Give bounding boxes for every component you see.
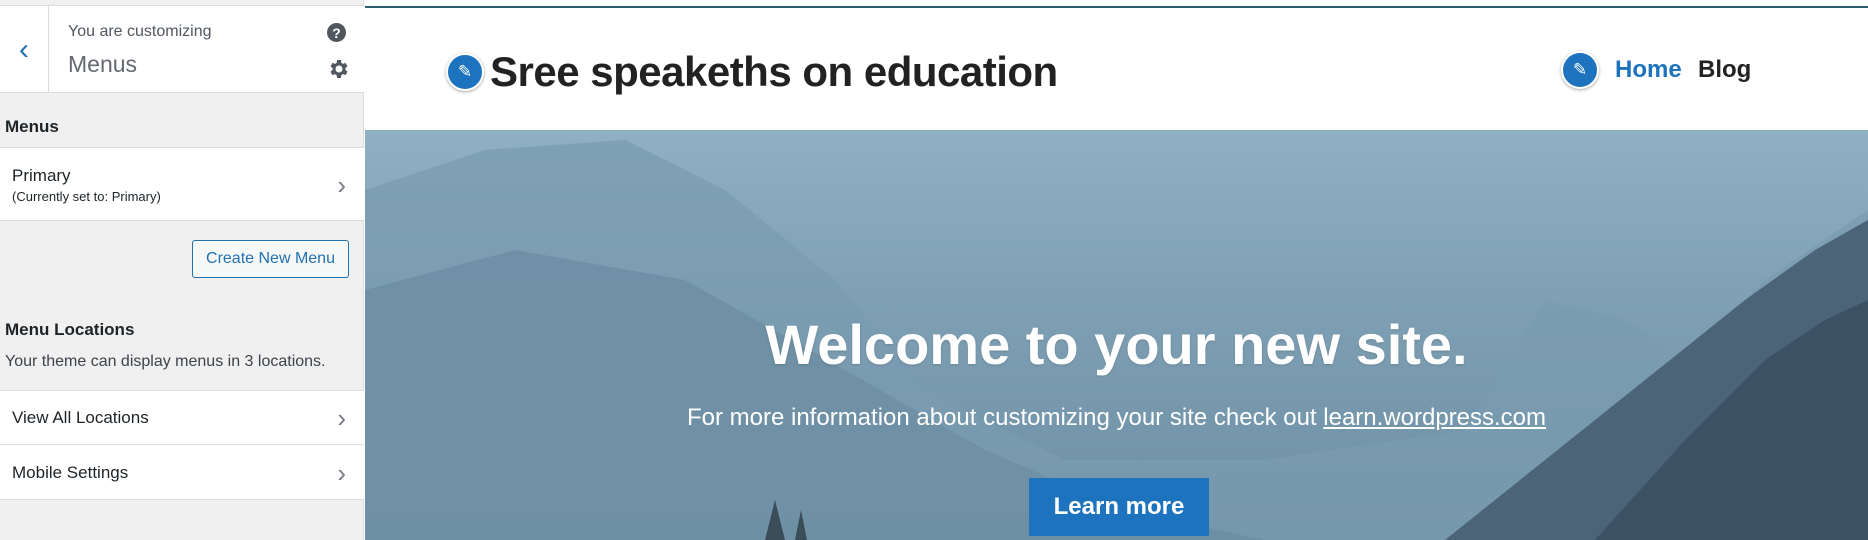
help-icon[interactable]: ?: [327, 23, 346, 42]
site-header: ✎ Sree speakeths on education ✎ Home Blo…: [365, 8, 1868, 130]
pencil-icon: ✎: [1572, 60, 1588, 79]
view-all-locations-item[interactable]: View All Locations ›: [0, 390, 364, 445]
primary-menu-status: (Currently set to: Primary): [12, 189, 161, 204]
edit-menu-button[interactable]: ✎: [1561, 51, 1599, 89]
gear-icon[interactable]: [326, 57, 350, 81]
menus-section-title: Menus: [5, 117, 59, 136]
nav-link-home[interactable]: Home: [1615, 56, 1682, 84]
chevron-right-icon: ›: [337, 403, 346, 433]
chevron-right-icon: ›: [337, 458, 346, 488]
chevron-left-icon: ‹: [19, 32, 29, 66]
view-all-locations-label: View All Locations: [12, 408, 149, 427]
edit-site-title-button[interactable]: ✎: [446, 53, 484, 91]
hero-subtext-body: For more information about customizing y…: [686, 404, 1324, 431]
mobile-settings-label: Mobile Settings: [12, 463, 129, 482]
nav-link-blog[interactable]: Blog: [1698, 56, 1751, 84]
menu-locations-description: Your theme can display menus in 3 locati…: [5, 353, 326, 370]
pencil-icon: ✎: [457, 62, 473, 81]
customizer-header: ‹ You are customizing Menus ?: [0, 5, 364, 93]
customizing-label: You are customizing: [68, 23, 212, 40]
menu-locations-title: Menu Locations: [5, 320, 135, 339]
create-new-menu-button[interactable]: Create New Menu: [192, 240, 349, 278]
back-button[interactable]: ‹: [0, 6, 49, 93]
hero-cover: Welcome to your new site. For more infor…: [365, 130, 1868, 540]
primary-menu-label: Primary: [12, 166, 71, 185]
learn-wordpress-link[interactable]: learn.wordpress.com: [1323, 404, 1546, 431]
chevron-right-icon: ›: [337, 170, 346, 200]
hero-subtext: For more information about customizing y…: [365, 404, 1868, 432]
learn-more-button[interactable]: Learn more: [1029, 478, 1209, 536]
panel-title: Menus: [68, 51, 138, 77]
mobile-settings-item[interactable]: Mobile Settings ›: [0, 444, 364, 500]
hero-heading: Welcome to your new site.: [765, 313, 1468, 376]
site-preview: ✎ Sree speakeths on education ✎ Home Blo…: [365, 0, 1868, 540]
menu-item-primary[interactable]: Primary (Currently set to: Primary) ›: [0, 147, 364, 221]
customizer-sidebar: ‹ You are customizing Menus ? Menus Prim…: [0, 0, 364, 540]
site-title[interactable]: Sree speakeths on education: [490, 48, 1058, 96]
